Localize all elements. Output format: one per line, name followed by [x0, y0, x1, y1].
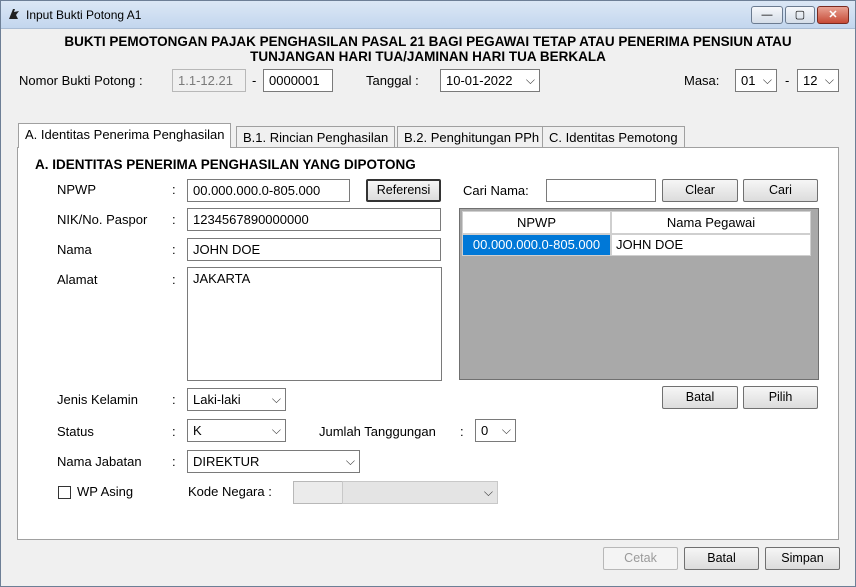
masa-from-value: 01 — [741, 73, 756, 88]
jenis-kelamin-colon: : — [172, 392, 176, 407]
grid-batal-button[interactable]: Batal — [662, 386, 738, 409]
tab-identitas-pemotong[interactable]: C. Identitas Pemotong — [542, 126, 685, 147]
minimize-button[interactable]: — — [751, 6, 783, 24]
form-title-line1: BUKTI PEMOTONGAN PAJAK PENGHASILAN PASAL… — [64, 34, 792, 49]
close-button[interactable]: ✕ — [817, 6, 849, 24]
nik-input[interactable]: 1234567890000000 — [187, 208, 441, 231]
main-window: Input Bukti Potong A1 — ▢ ✕ BUKTI PEMOTO… — [0, 0, 856, 587]
wp-asing-checkbox[interactable] — [58, 486, 71, 499]
alamat-textarea[interactable]: JAKARTA — [187, 267, 442, 381]
chevron-down-icon: ⌵ — [501, 423, 511, 437]
chevron-down-icon: ⌵ — [271, 392, 281, 406]
nik-label: NIK/No. Paspor — [57, 212, 148, 227]
simpan-button[interactable]: Simpan — [765, 547, 840, 570]
tab-penghitungan-pph[interactable]: B.2. Penghitungan PPh — [397, 126, 547, 147]
tanggal-label: Tanggal : — [366, 73, 419, 88]
cari-nama-input[interactable] — [546, 179, 656, 202]
npwp-label: NPWP — [57, 182, 96, 197]
clear-button[interactable]: Clear — [662, 179, 738, 202]
masa-dash: - — [785, 73, 790, 88]
grid-cell-nama[interactable]: JOHN DOE — [611, 234, 811, 256]
referensi-button[interactable]: Referensi — [366, 179, 441, 202]
tanggungan-select[interactable]: 0 ⌵ — [475, 419, 516, 442]
masa-to-value: 12 — [803, 73, 818, 88]
nama-label: Nama — [57, 242, 92, 257]
tanggungan-value: 0 — [481, 423, 489, 438]
chevron-down-icon: ⌵ — [525, 73, 535, 87]
nik-colon: : — [172, 212, 176, 227]
kode-negara-select: ⌵ — [342, 481, 498, 504]
jenis-kelamin-label: Jenis Kelamin — [57, 392, 138, 407]
nomor-dash: - — [252, 73, 257, 88]
section-title: A. IDENTITAS PENERIMA PENGHASILAN YANG D… — [35, 157, 416, 172]
title-bar: Input Bukti Potong A1 — ▢ ✕ — [1, 1, 855, 29]
tanggungan-label: Jumlah Tanggungan — [319, 424, 436, 439]
app-icon — [9, 9, 19, 19]
chevron-down-icon: ⌵ — [483, 485, 493, 499]
grid-cell-npwp[interactable]: 00.000.000.0-805.000 — [462, 234, 611, 256]
tanggal-value: 10-01-2022 — [446, 73, 513, 88]
chevron-down-icon: ⌵ — [762, 73, 772, 87]
kode-negara-label: Kode Negara : — [188, 484, 272, 499]
cari-nama-label: Cari Nama: — [463, 183, 529, 198]
alamat-label: Alamat — [57, 272, 98, 287]
form-title: BUKTI PEMOTONGAN PAJAK PENGHASILAN PASAL… — [1, 34, 855, 64]
form-title-line2: TUNJANGAN HARI TUA/JAMINAN HARI TUA BERK… — [250, 49, 606, 64]
nomor-bukti-input[interactable]: 0000001 — [263, 69, 333, 92]
tab-identitas-penerima[interactable]: A. Identitas Penerima Penghasilan — [18, 123, 232, 148]
masa-label: Masa: — [684, 73, 720, 88]
window-title: Input Bukti Potong A1 — [26, 8, 142, 22]
masa-to-select[interactable]: 12 ⌵ — [797, 69, 839, 92]
grid-header-nama[interactable]: Nama Pegawai — [611, 211, 811, 234]
batal-button[interactable]: Batal — [684, 547, 759, 570]
grid-header-npwp[interactable]: NPWP — [462, 211, 611, 234]
npwp-colon: : — [172, 182, 176, 197]
tanggal-picker[interactable]: 10-01-2022 ⌵ — [440, 69, 540, 92]
cetak-button[interactable]: Cetak — [603, 547, 678, 570]
jenis-kelamin-value: Laki-laki — [193, 392, 241, 407]
maximize-button[interactable]: ▢ — [785, 6, 815, 24]
status-select[interactable]: K ⌵ — [187, 419, 286, 442]
jabatan-value: DIREKTUR — [193, 454, 260, 469]
wp-asing-label: WP Asing — [77, 484, 134, 499]
tab-rincian-penghasilan[interactable]: B.1. Rincian Penghasilan — [236, 126, 396, 147]
pilih-button[interactable]: Pilih — [743, 386, 818, 409]
chevron-down-icon: ⌵ — [824, 73, 834, 87]
nomor-prefix-field: 1.1-12.21 — [172, 69, 246, 92]
status-colon: : — [172, 424, 176, 439]
tanggungan-colon: : — [460, 424, 464, 439]
cari-button[interactable]: Cari — [743, 179, 818, 202]
nama-colon: : — [172, 242, 176, 257]
nama-input[interactable]: JOHN DOE — [187, 238, 441, 261]
employee-grid[interactable]: NPWP Nama Pegawai 00.000.000.0-805.000 J… — [459, 208, 819, 380]
kode-negara-code-field — [293, 481, 343, 504]
status-value: K — [193, 423, 202, 438]
jenis-kelamin-select[interactable]: Laki-laki ⌵ — [187, 388, 286, 411]
status-label: Status — [57, 424, 94, 439]
npwp-input[interactable]: 00.000.000.0-805.000 — [187, 179, 350, 202]
chevron-down-icon: ⌵ — [271, 423, 281, 437]
jabatan-colon: : — [172, 454, 176, 469]
masa-from-select[interactable]: 01 ⌵ — [735, 69, 777, 92]
nomor-bukti-label: Nomor Bukti Potong : — [19, 73, 143, 88]
alamat-colon: : — [172, 272, 176, 287]
chevron-down-icon: ⌵ — [345, 454, 355, 468]
jabatan-label: Nama Jabatan — [57, 454, 142, 469]
jabatan-select[interactable]: DIREKTUR ⌵ — [187, 450, 360, 473]
